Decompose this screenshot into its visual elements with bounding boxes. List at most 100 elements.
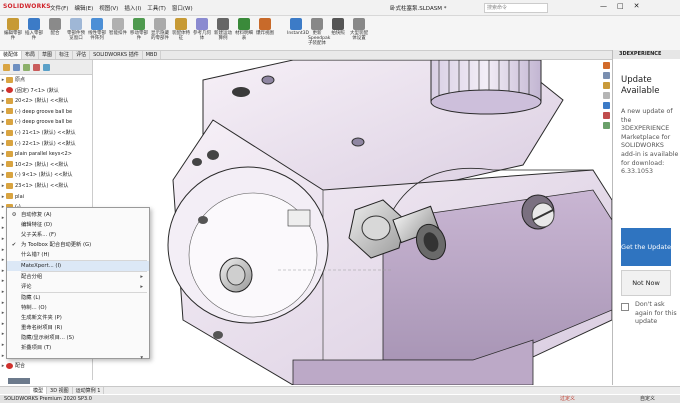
ribbon-button-3[interactable]: 零部件预览窗口: [67, 18, 85, 41]
expand-arrow-icon[interactable]: ▸: [0, 87, 6, 96]
context-menu-item-1[interactable]: 编辑特征 (D): [7, 220, 149, 230]
tree-row[interactable]: ▸ 配合: [0, 362, 92, 371]
tree-row[interactable]: ▸ 原点: [0, 76, 92, 85]
ribbon-button-6[interactable]: 移动零部件: [130, 18, 148, 41]
tree-row[interactable]: ▸ (-) deep groove ball be: [0, 118, 92, 127]
menu-1[interactable]: 编辑(E): [74, 4, 93, 12]
tree-row[interactable]: ▸ 23<1> (默认) <<默认: [0, 182, 92, 191]
ribbon-button-2[interactable]: 配合: [46, 18, 64, 36]
dimxpert-icon[interactable]: [33, 63, 40, 71]
ribbon-button-8[interactable]: 装配体特征: [172, 18, 190, 41]
ribbon-button-4[interactable]: 线性零部件阵列: [88, 18, 106, 41]
ribbon-button-14[interactable]: 更新Speedpak子装配体: [308, 18, 330, 46]
context-menu-item-12[interactable]: 隐藏/显示树项目... (S): [7, 333, 149, 343]
ribbon-button-9[interactable]: 参考几何体: [193, 18, 211, 41]
bottom-tab-2[interactable]: 运动算例 1: [73, 387, 105, 394]
context-menu-item-3[interactable]: ✔ 为 Toolbox 配合自动更新 (G): [7, 240, 149, 250]
context-menu-item-7[interactable]: 评论 ▸: [7, 282, 149, 292]
graphics-viewport[interactable]: [93, 60, 612, 385]
menu-4[interactable]: 工具(T): [147, 4, 166, 12]
ribbon-label-4: 线性零部件阵列: [88, 31, 106, 41]
menu-3[interactable]: 插入(I): [124, 4, 141, 12]
ribbon-button-0[interactable]: 编辑零部件: [4, 18, 22, 41]
ribbon-label-14: 更新Speedpak子装配体: [308, 31, 331, 46]
ribbon-label-1: 插入零部件: [25, 31, 43, 41]
command-tab-5[interactable]: SOLIDWORKS 插件: [90, 51, 143, 59]
ribbon-button-1[interactable]: 插入零部件: [25, 18, 43, 41]
configuration-manager-icon[interactable]: [23, 63, 30, 71]
context-menu-item-14[interactable]: ▾: [7, 353, 149, 363]
menu-2[interactable]: 视图(V): [99, 4, 118, 12]
ribbon-icon-16: [353, 18, 365, 30]
appearances-icon[interactable]: [603, 112, 610, 119]
command-tab-0[interactable]: 装配体: [0, 51, 23, 59]
command-tab-6[interactable]: MBD: [143, 51, 162, 59]
context-menu-item-10[interactable]: 生成新文件夹 (P): [7, 313, 149, 323]
context-menu-item-9[interactable]: 特制... (O): [7, 303, 149, 313]
ribbon-button-7[interactable]: 显示隐藏的零部件: [151, 18, 169, 41]
close-button[interactable]: ✕: [634, 2, 640, 10]
dont-ask-checkbox[interactable]: [621, 303, 629, 311]
tree-row[interactable]: ▸ (-) deep groove ball be: [0, 108, 92, 117]
get-update-button[interactable]: Get the Update: [621, 228, 671, 266]
context-menu-item-4[interactable]: 什么错? (H): [7, 250, 149, 260]
ribbon-button-16[interactable]: 大型装配体设置: [350, 18, 368, 41]
context-menu-item-11[interactable]: 重命名树项目 (R): [7, 323, 149, 333]
context-menu-item-8[interactable]: 隐藏 (L): [7, 293, 149, 303]
ribbon-button-5[interactable]: 智能扣件: [109, 18, 127, 36]
ribbon-button-15[interactable]: 拍快照: [329, 18, 347, 36]
command-tab-3[interactable]: 标注: [56, 51, 74, 59]
app-logo[interactable]: SOLIDWORKS: [3, 3, 51, 10]
status-custom[interactable]: 自定义: [640, 395, 655, 403]
status-overdefined[interactable]: 过定义: [560, 395, 575, 403]
ribbon-button-11[interactable]: 材料明细表: [235, 18, 253, 41]
ribbon-button-10[interactable]: 新建运动算例: [214, 18, 232, 41]
tree-row-label: (-) 9<1> (默认) <<默认: [15, 172, 73, 179]
command-tab-2[interactable]: 草图: [39, 51, 57, 59]
ribbon-label-13: Instant3D: [287, 31, 309, 36]
property-manager-icon[interactable]: [13, 63, 20, 71]
design-library-icon[interactable]: [603, 82, 610, 89]
feature-tree-icon[interactable]: [3, 63, 10, 71]
ribbon-icon-12: [259, 18, 271, 30]
resources-icon[interactable]: [603, 72, 610, 79]
component-icon: [6, 171, 13, 178]
bottom-tab-1[interactable]: 3D 视图: [47, 387, 73, 394]
ribbon-label-9: 参考几何体: [193, 31, 211, 41]
maximize-button[interactable]: □: [617, 2, 624, 10]
ribbon-label-11: 材料明细表: [235, 31, 253, 41]
home-icon[interactable]: [603, 62, 610, 69]
context-menu-item-13[interactable]: 折叠项目 (T): [7, 343, 149, 353]
view-palette-icon[interactable]: [603, 102, 610, 109]
search-commands-input[interactable]: 搜索命令: [484, 3, 548, 13]
file-explorer-icon[interactable]: [603, 92, 610, 99]
command-tab-1[interactable]: 布局: [22, 51, 40, 59]
custom-properties-icon[interactable]: [603, 122, 610, 129]
context-menu-item-0[interactable]: ⚙ 自动修复 (A): [7, 210, 149, 220]
tree-row[interactable]: ▸ (-) 21<1> (默认) <<默认: [0, 129, 92, 138]
tree-row[interactable]: ▸ 10<2> (默认) <<默认: [0, 161, 92, 170]
context-menu-item-5[interactable]: MateXpert... (I): [7, 261, 149, 271]
tree-row[interactable]: ▸ (-) 9<1> (默认) <<默认: [0, 171, 92, 180]
tree-row[interactable]: ▸ plai: [0, 193, 92, 202]
panel-scroll-thumb[interactable]: [8, 378, 30, 384]
display-manager-icon[interactable]: [43, 63, 50, 71]
tree-row[interactable]: ▸ (固定) 7<1> (默认: [0, 87, 92, 96]
not-now-button[interactable]: Not Now: [621, 270, 671, 296]
command-tab-4[interactable]: 评估: [73, 51, 91, 59]
minimize-button[interactable]: —: [600, 2, 607, 10]
tree-row[interactable]: ▸ (-) 22<1> (默认) <<默认: [0, 140, 92, 149]
menu-5[interactable]: 窗口(W): [172, 4, 193, 12]
context-menu-item-2[interactable]: 父子关系... (F): [7, 230, 149, 240]
tree-row[interactable]: ▸ plain parallel keys<2>: [0, 150, 92, 159]
ribbon-icon-3: [70, 18, 82, 30]
tree-row[interactable]: ▸ 20<2> (默认) <<默认: [0, 97, 92, 106]
ribbon-button-13[interactable]: Instant3D: [287, 18, 309, 36]
bottom-tab-0[interactable]: 模型: [30, 387, 48, 394]
context-menu-item-6[interactable]: 配合分组 ▸: [7, 272, 149, 282]
status-product: SOLIDWORKS Premium 2020 SP3.0: [4, 396, 92, 402]
error-icon: [6, 87, 13, 94]
ribbon-button-12[interactable]: 爆炸视图: [256, 18, 274, 36]
ribbon-label-10: 新建运动算例: [214, 31, 232, 41]
menu-0[interactable]: 文件(F): [50, 4, 68, 12]
